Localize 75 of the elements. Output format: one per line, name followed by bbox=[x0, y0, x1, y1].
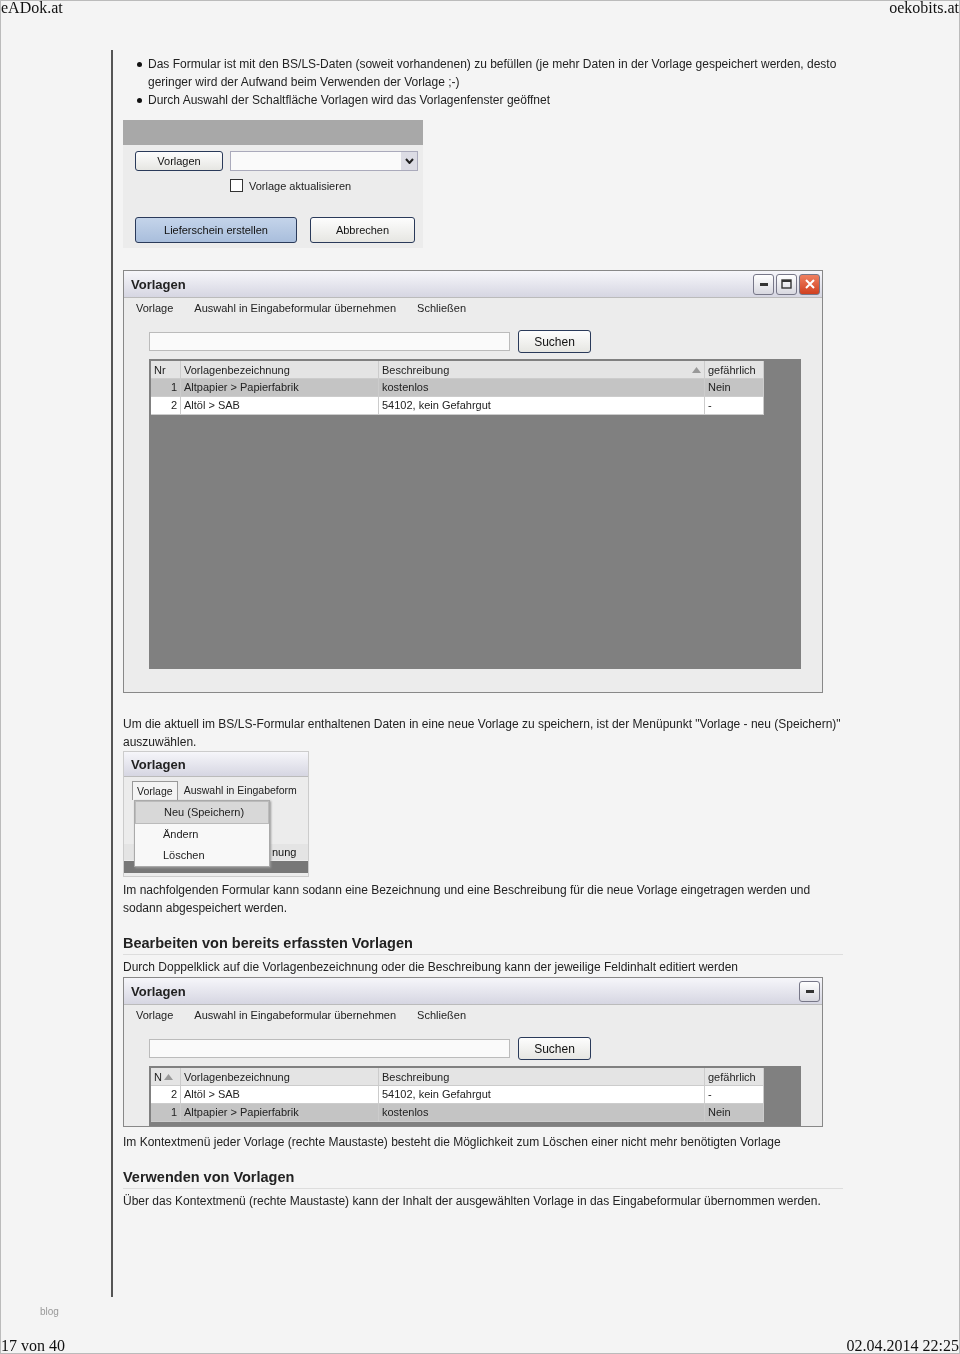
paragraph: Im Kontextmenü jeder Vorlage (rechte Maustaste) besteht die Möglichkeit zum Löschen einer nicht mehr benötigten Vorlage bbox=[123, 1134, 782, 1151]
bullet-icon bbox=[137, 98, 142, 103]
blog-label: blog bbox=[40, 1306, 60, 1317]
table-row[interactable]: 1 Altpapier > Papierfabrik kostenlos Nein bbox=[151, 1104, 764, 1122]
table-cell: Altöl > SAB bbox=[181, 397, 379, 414]
table-cell: 54102, kein Gefahrgut bbox=[379, 1086, 705, 1103]
menu-item[interactable]: Vorlage bbox=[136, 301, 174, 316]
templates-button[interactable]: Vorlagen bbox=[135, 151, 223, 171]
page-count: 17 von 40 bbox=[1, 1339, 65, 1353]
column-header[interactable]: N bbox=[151, 1068, 181, 1085]
minimize-button[interactable] bbox=[753, 273, 774, 295]
menu-item[interactable]: Auswahl in Eingabeformular übernehmen bbox=[194, 1008, 397, 1023]
paragraph: Um die aktuell im BS/LS-Formular enthaltenen Daten in eine neue Vorlage zu speichern, ist der Menüpunkt "Vorlage - neu (Speichern)" auszuwählen. bbox=[123, 716, 842, 751]
close-icon bbox=[804, 279, 815, 289]
table-cell: kostenlos bbox=[379, 1104, 705, 1121]
table-cell: 1 bbox=[151, 1104, 181, 1121]
menu-item[interactable]: Schließen bbox=[417, 1008, 467, 1023]
timestamp: 02.04.2014 22:25 bbox=[846, 1339, 959, 1353]
column-header[interactable]: Beschreibung bbox=[379, 361, 705, 378]
window-title: Vorlagen bbox=[131, 983, 186, 999]
form-button[interactable]: Lieferschein erstellen bbox=[135, 217, 297, 243]
list-item-text: Durch Auswahl der Schaltfläche Vorlagen wird das Vorlagenfenster geöffnet bbox=[148, 92, 552, 109]
maximize-button[interactable] bbox=[776, 273, 797, 295]
table-cell: Altöl > SAB bbox=[181, 1086, 379, 1103]
site-name: eADok.at bbox=[1, 1, 63, 15]
menu-option[interactable]: Neu (Speichern) bbox=[135, 801, 269, 824]
update-checkbox[interactable] bbox=[230, 179, 243, 192]
paragraph: Im nachfolgenden Formular kann sodann eine Bezeichnung und eine Beschreibung für die neue Vorlage eingetragen werden und sodann abgespeichert werden. bbox=[123, 882, 812, 917]
section-heading: Bearbeiten von bereits erfassten Vorlagen bbox=[123, 935, 843, 955]
search-field[interactable] bbox=[149, 1039, 510, 1058]
table-cell: - bbox=[705, 397, 764, 414]
search-button[interactable]: Suchen bbox=[518, 330, 591, 353]
table-cell: Nein bbox=[705, 1104, 764, 1121]
menu-item[interactable]: Auswahl in Eingabeformular übernehmen bbox=[194, 301, 397, 316]
section-heading: Verwenden von Vorlagen bbox=[123, 1169, 843, 1189]
minimize-button[interactable] bbox=[799, 980, 820, 1002]
minimize-icon bbox=[759, 282, 768, 286]
site-domain: oekobits.at bbox=[889, 1, 959, 15]
paragraph: Durch Doppelklick auf die Vorlagenbezeichnung oder die Beschreibung kann der jeweilige Feldinhalt editiert werden bbox=[123, 959, 740, 976]
chevron-down-icon bbox=[404, 158, 414, 164]
bullet-icon bbox=[137, 62, 142, 67]
paragraph: Über das Kontextmenü (rechte Maustaste) kann der Inhalt der ausgewählten Vorlage in das Eingabeformular übernommen werden. bbox=[123, 1193, 822, 1210]
table-cell: Nein bbox=[705, 379, 764, 396]
menu-option[interactable]: Ändern bbox=[135, 824, 269, 845]
form-button[interactable]: Abbrechen bbox=[310, 217, 415, 243]
column-header[interactable]: gefährlich bbox=[705, 361, 764, 378]
menu-item[interactable]: Schließen bbox=[417, 301, 467, 316]
table-cell: 2 bbox=[151, 397, 181, 414]
maximize-icon bbox=[781, 279, 792, 289]
menu-item[interactable]: Vorlage bbox=[136, 1008, 174, 1023]
window-title: Vorlagen bbox=[131, 276, 186, 292]
search-button[interactable]: Suchen bbox=[518, 1037, 591, 1060]
table-cell: - bbox=[705, 1086, 764, 1103]
column-header[interactable]: Vorlagenbezeichnung bbox=[181, 1068, 379, 1085]
minimize-icon bbox=[805, 989, 814, 993]
table-row[interactable]: 2 Altöl > SAB 54102, kein Gefahrgut - bbox=[151, 1086, 764, 1104]
column-header[interactable]: Vorlagenbezeichnung bbox=[181, 361, 379, 378]
table-cell: 54102, kein Gefahrgut bbox=[379, 397, 705, 414]
table-cell: kostenlos bbox=[379, 379, 705, 396]
search-field[interactable] bbox=[149, 332, 510, 351]
close-button[interactable] bbox=[799, 273, 820, 295]
menu-item[interactable]: Auswahl in Eingabeform bbox=[179, 781, 301, 800]
menu-item[interactable]: Vorlage bbox=[132, 781, 178, 800]
list-item-text: Das Formular ist mit den BS/LS-Daten (soweit vorhandenen) zu befüllen (je mehr Daten in der Vorlage gespeichert werden, desto geringer wird der Aufwand beim Verwenden der Vorlage ;-) bbox=[148, 56, 838, 91]
table-row[interactable]: 2 Altöl > SAB 54102, kein Gefahrgut - bbox=[151, 397, 764, 415]
table-cell: Altpapier > Papierfabrik bbox=[181, 379, 379, 396]
column-header[interactable]: gefährlich bbox=[705, 1068, 764, 1085]
table-cell: Altpapier > Papierfabrik bbox=[181, 1104, 379, 1121]
column-header[interactable]: Nr bbox=[151, 361, 181, 378]
table-cell: 1 bbox=[151, 379, 181, 396]
window-title: Vorlagen bbox=[131, 756, 186, 772]
table-row[interactable]: 1 Altpapier > Papierfabrik kostenlos Nein bbox=[151, 379, 764, 397]
column-header[interactable]: Beschreibung bbox=[379, 1068, 705, 1085]
table-cell: 2 bbox=[151, 1086, 181, 1103]
checkbox-label: Vorlage aktualisieren bbox=[249, 179, 352, 192]
